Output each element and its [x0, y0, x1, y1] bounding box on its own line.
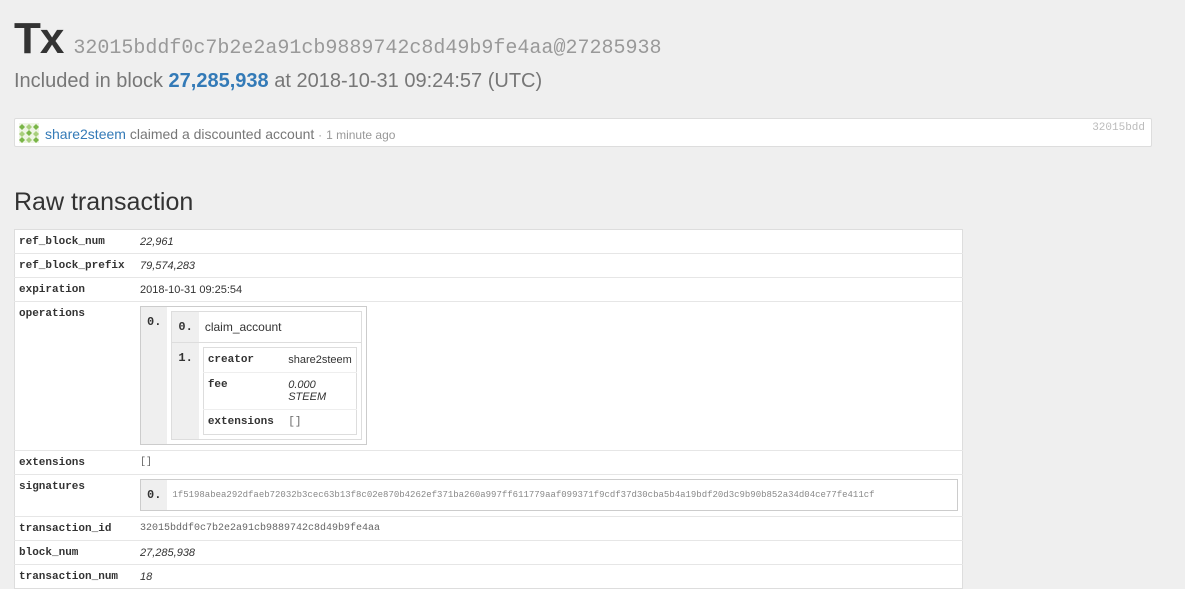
row-key: signatures [14, 474, 136, 517]
op-params: creator share2steem fee 0.000 STEEM exte… [202, 347, 357, 435]
table-row: ref_block_prefix 79,574,283 [14, 253, 963, 278]
table-row: block_num 27,285,938 [14, 540, 963, 565]
row-key: transaction_id [14, 516, 136, 541]
operation-card: share2steem claimed a discounted account… [14, 118, 1152, 147]
row-value: 27,285,938 [136, 540, 963, 565]
short-tx-id[interactable]: 32015bdd [1092, 122, 1145, 134]
op-action-text: claimed a discounted account [129, 126, 315, 142]
row-value: 2018-10-31 09:25:54 [136, 277, 963, 302]
table-row: ref_block_num 22,961 [15, 230, 963, 254]
table-row: extensions [] [14, 450, 963, 475]
row-key: block_num [14, 540, 136, 565]
param-key: creator [207, 354, 255, 366]
param-key: fee [203, 372, 285, 410]
param-value: [] [284, 409, 357, 435]
row-key: extensions [14, 450, 136, 475]
tx-label: Tx [14, 14, 64, 63]
time-ago: 1 minute ago [326, 128, 396, 142]
raw-transaction-table: ref_block_num 22,961 ref_block_prefix 79… [14, 229, 963, 589]
signature-value: 1f5198abea292dfaeb72032b3cec63b13f8c02e8… [172, 490, 875, 500]
tx-hash: 32015bddf0c7b2e2a91cb9889742c8d49b9fe4aa… [73, 37, 662, 60]
param-row: creator share2steem [203, 348, 356, 373]
table-row: transaction_id 32015bddf0c7b2e2a91cb9889… [14, 516, 963, 541]
row-key: expiration [14, 277, 136, 302]
raw-transaction-heading: Raw transaction [14, 188, 194, 216]
block-link[interactable]: 27,285,938 [169, 70, 269, 92]
param-row: extensions [] [203, 409, 357, 435]
included-in-block: Included in block 27,285,938 at 2018-10-… [14, 70, 542, 93]
operations-cell: 0. 0. claim_account 1. creator share2ste… [136, 301, 963, 451]
separator-dot: · [318, 128, 323, 142]
page-title: Tx 32015bddf0c7b2e2a91cb9889742c8d49b9fe… [14, 14, 662, 63]
avatar[interactable] [19, 123, 39, 143]
param-value: share2steem [288, 354, 352, 366]
param-key: extensions [203, 409, 285, 435]
op-params-index: 1. [171, 342, 199, 440]
row-value: 18 [136, 564, 963, 589]
signatures-cell: 0. 1f5198abea292dfaeb72032b3cec63b13f8c0… [136, 474, 963, 517]
row-key: operations [14, 301, 136, 451]
signatures-list: 0. 1f5198abea292dfaeb72032b3cec63b13f8c0… [140, 479, 958, 511]
row-key: transaction_num [14, 564, 136, 589]
signature-index: 0. [140, 479, 168, 511]
table-row: transaction_num 18 [14, 564, 963, 589]
row-value: 32015bddf0c7b2e2a91cb9889742c8d49b9fe4aa [136, 516, 963, 541]
row-key: ref_block_num [19, 236, 105, 248]
operations-list: 0. 0. claim_account 1. creator share2ste… [140, 306, 367, 445]
table-row: signatures 0. 1f5198abea292dfaeb72032b3c… [14, 474, 963, 517]
table-row: operations 0. 0. claim_account 1. creato… [14, 301, 963, 451]
row-value: 79,574,283 [136, 253, 963, 278]
table-row: expiration 2018-10-31 09:25:54 [14, 277, 963, 302]
included-suffix: at 2018-10-31 09:24:57 (UTC) [274, 70, 543, 92]
op-name-index: 0. [171, 311, 199, 343]
row-value: [] [136, 450, 963, 475]
param-value: 0.000 STEEM [284, 372, 357, 410]
operation-box: 0. claim_account 1. creator share2steem … [171, 311, 362, 440]
op-name: claim_account [204, 320, 282, 334]
param-row: fee 0.000 STEEM [203, 372, 357, 410]
row-key: ref_block_prefix [14, 253, 136, 278]
included-prefix: Included in block [14, 70, 163, 92]
operation-index: 0. [140, 306, 168, 445]
row-value: 22,961 [140, 236, 174, 248]
account-link[interactable]: share2steem [45, 126, 126, 142]
